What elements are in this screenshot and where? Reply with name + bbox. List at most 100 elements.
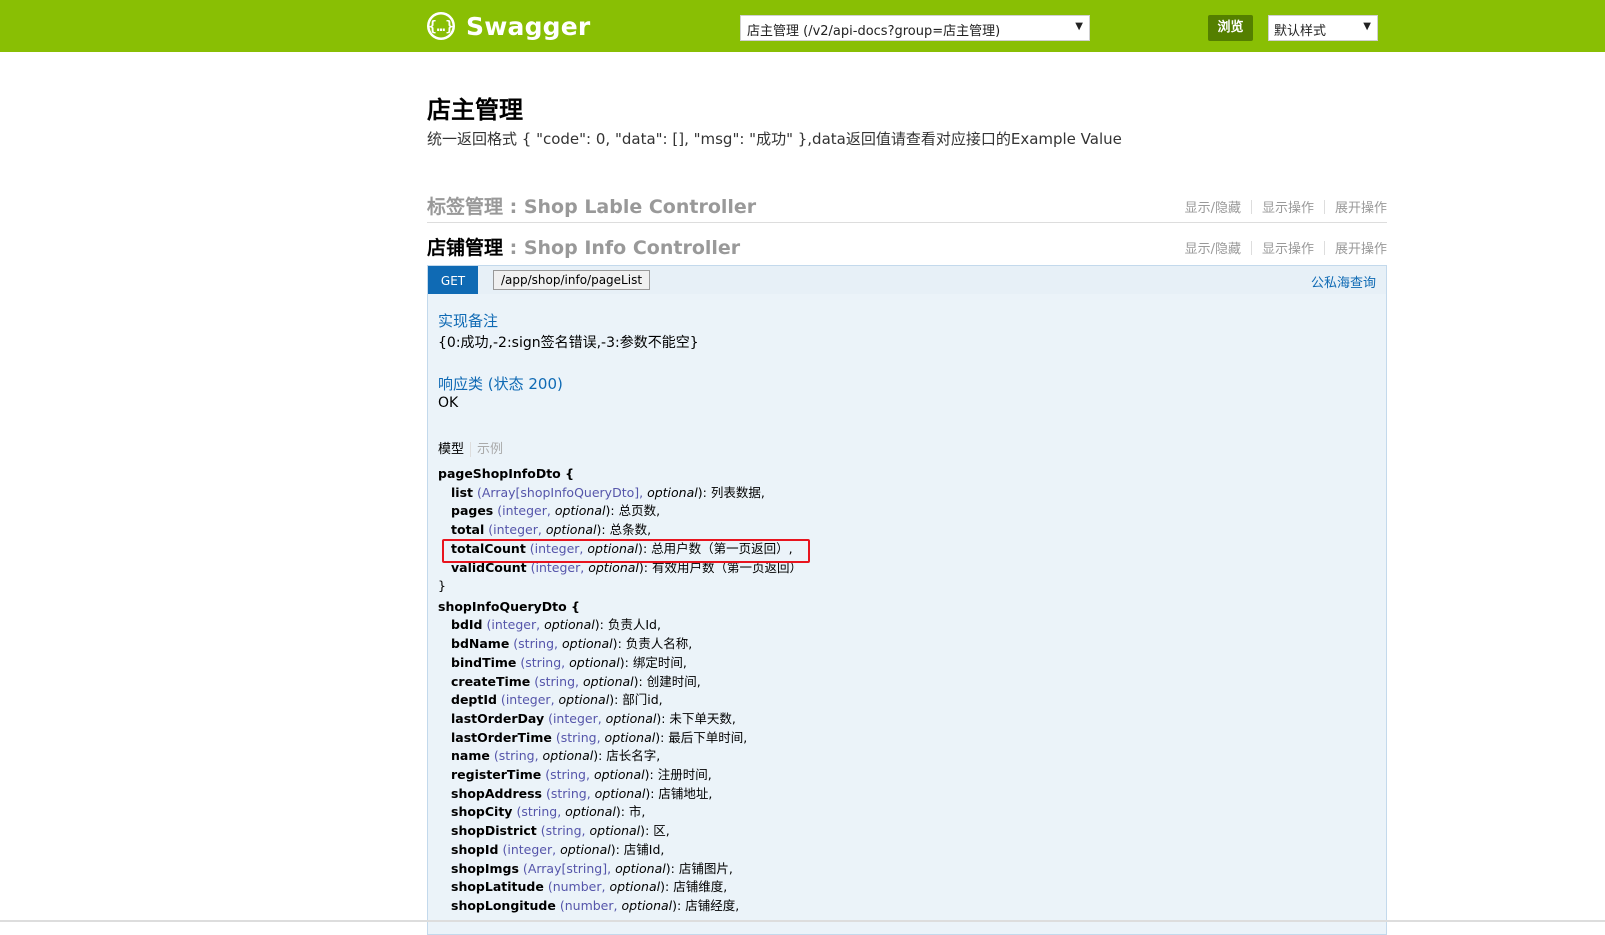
model-field-total: total (integer, optional): 总条数, — [451, 522, 652, 538]
field-type: integer — [552, 710, 598, 726]
field-type: string — [550, 767, 586, 783]
field-description: : 负责人Id, — [599, 617, 661, 633]
style-select-value: 默认样式 — [1274, 24, 1327, 39]
expand-operations-link[interactable]: 展开操作 — [1335, 242, 1387, 257]
explore-button[interactable]: 浏览 — [1208, 15, 1253, 41]
field-optional: optional — [589, 823, 641, 839]
field-optional: optional — [565, 804, 616, 820]
toggle-show-hide-link[interactable]: 显示/隐藏 — [1185, 242, 1241, 257]
field-type: string — [518, 636, 555, 652]
field-type: number — [564, 897, 614, 913]
model-field-shopLatitude: shopLatitude (number, optional): 店铺维度, — [451, 879, 728, 895]
field-optional: optional — [593, 767, 645, 783]
model-field-bindTime: bindTime (string, optional): 绑定时间, — [451, 654, 687, 670]
controller-title[interactable]: 标签管理 : Shop Lable Controller — [427, 192, 756, 219]
field-name: list — [451, 484, 473, 500]
field-optional: optional — [594, 785, 646, 801]
model-field-shopImgs: shopImgs (Array[string], optional): 店铺图片… — [451, 860, 733, 876]
model-field-createTime: createTime (string, optional): 创建时间, — [451, 673, 701, 689]
model-field-deptId: deptId (integer, optional): 部门id, — [451, 692, 663, 708]
model-field-list: list (Array[shopInfoQueryDto], optional)… — [451, 484, 765, 500]
field-type: string — [545, 823, 582, 839]
model-field-lastOrderTime: lastOrderTime (string, optional): 最后下单时间… — [451, 729, 748, 745]
model-field-bdId: bdId (integer, optional): 负责人Id, — [451, 617, 661, 633]
field-name: pages — [451, 503, 494, 519]
expand-operations-link[interactable]: 展开操作 — [1335, 201, 1387, 216]
model-open: shopInfoQueryDto { — [438, 598, 580, 614]
field-name: lastOrderTime — [451, 729, 552, 745]
field-type: number — [552, 879, 602, 895]
field-type: string — [550, 785, 587, 801]
field-type: string — [539, 673, 576, 689]
controller-links: 显示/隐藏 显示操作 展开操作 — [1185, 238, 1387, 257]
field-description: : 列表数据, — [702, 484, 765, 500]
model-close: } — [438, 578, 446, 594]
api-group-select-value: 店主管理 (/v2/api-docs?group=店主管理) — [747, 24, 1001, 39]
divider — [1250, 200, 1252, 214]
chevron-down-icon: ▼ — [1363, 21, 1371, 32]
field-optional: optional — [542, 748, 594, 764]
list-operations-link[interactable]: 显示操作 — [1262, 201, 1314, 216]
field-name: shopLongitude — [451, 897, 556, 913]
model-tabs: 模型 示例 — [438, 438, 504, 457]
model-field-bdName: bdName (string, optional): 负责人名称, — [451, 636, 693, 652]
operation-header[interactable]: GET /app/shop/info/pageList 公私海查询 — [427, 265, 1387, 295]
field-description: : 总条数, — [601, 522, 652, 538]
field-description: : 绑定时间, — [624, 654, 687, 670]
field-optional: optional — [569, 654, 620, 670]
style-select[interactable]: 默认样式 ▼ — [1268, 15, 1378, 41]
field-type: Array[shopInfoQueryDto] — [481, 484, 640, 500]
field-description: : 店长名字, — [598, 748, 661, 764]
field-description: : 创建时间, — [638, 673, 701, 689]
divider — [1323, 200, 1325, 214]
field-description: : 总页数, — [610, 503, 661, 519]
field-type: Array[string] — [527, 860, 608, 876]
model-field-shopLongitude: shopLongitude (number, optional): 店铺经度, — [451, 897, 740, 913]
field-type: string — [498, 748, 535, 764]
operation-summary-link[interactable]: 公私海查询 — [1311, 272, 1376, 291]
controller-name-en: : Shop Lable Controller — [503, 196, 757, 218]
operation-body: 实现备注 {0:成功,-2:sign签名错误,-3:参数不能空} 响应类 (状态… — [427, 294, 1387, 935]
http-method-badge[interactable]: GET — [428, 266, 478, 294]
tab-model[interactable]: 模型 — [438, 442, 464, 457]
page-description: 统一返回格式 { "code": 0, "data": [], "msg": "… — [427, 130, 1122, 148]
field-description: : 店铺经度, — [677, 897, 740, 913]
field-optional: optional — [609, 879, 661, 895]
page-title: 店主管理 — [427, 96, 523, 124]
swagger-logo-icon: {…} — [427, 12, 455, 40]
divider — [1250, 241, 1252, 255]
controller-divider — [427, 222, 1387, 223]
field-name: registerTime — [451, 767, 542, 783]
field-name: shopDistrict — [451, 823, 537, 839]
model-field-pages: pages (integer, optional): 总页数, — [451, 503, 661, 519]
field-name: total — [451, 522, 485, 538]
response-class-title: 响应类 (状态 200) — [438, 375, 563, 393]
field-optional: optional — [558, 692, 610, 708]
field-description: : 市, — [620, 804, 646, 820]
field-type: integer — [507, 841, 553, 857]
field-description: : 负责人名称, — [617, 636, 693, 652]
model-field-name: name (string, optional): 店长名字, — [451, 748, 661, 764]
tab-example[interactable]: 示例 — [470, 442, 504, 457]
app-name: Swagger — [466, 11, 591, 41]
implementation-notes-text: {0:成功,-2:sign签名错误,-3:参数不能空} — [438, 335, 699, 351]
field-optional: optional — [604, 729, 656, 745]
field-description: : 部门id, — [614, 692, 663, 708]
field-type: integer — [505, 692, 551, 708]
field-type: string — [521, 804, 558, 820]
toggle-show-hide-link[interactable]: 显示/隐藏 — [1185, 201, 1241, 216]
field-description: : 注册时间, — [649, 767, 712, 783]
field-description: : 区, — [645, 823, 670, 839]
model-open: pageShopInfoDto { — [438, 466, 575, 481]
controller-name-zh: 标签管理 — [427, 196, 504, 218]
api-group-select[interactable]: 店主管理 (/v2/api-docs?group=店主管理) ▼ — [740, 15, 1090, 41]
field-optional: optional — [562, 636, 613, 652]
field-description: : 店铺地址, — [650, 785, 713, 801]
list-operations-link[interactable]: 显示操作 — [1262, 242, 1314, 257]
controller-title[interactable]: 店铺管理 : Shop Info Controller — [427, 233, 740, 260]
swagger-logo[interactable]: {…} Swagger — [426, 10, 590, 42]
operation-path[interactable]: /app/shop/info/pageList — [493, 270, 651, 290]
field-type: integer — [502, 503, 547, 519]
svg-text:{…}: {…} — [428, 19, 453, 35]
field-type: string — [525, 654, 562, 670]
